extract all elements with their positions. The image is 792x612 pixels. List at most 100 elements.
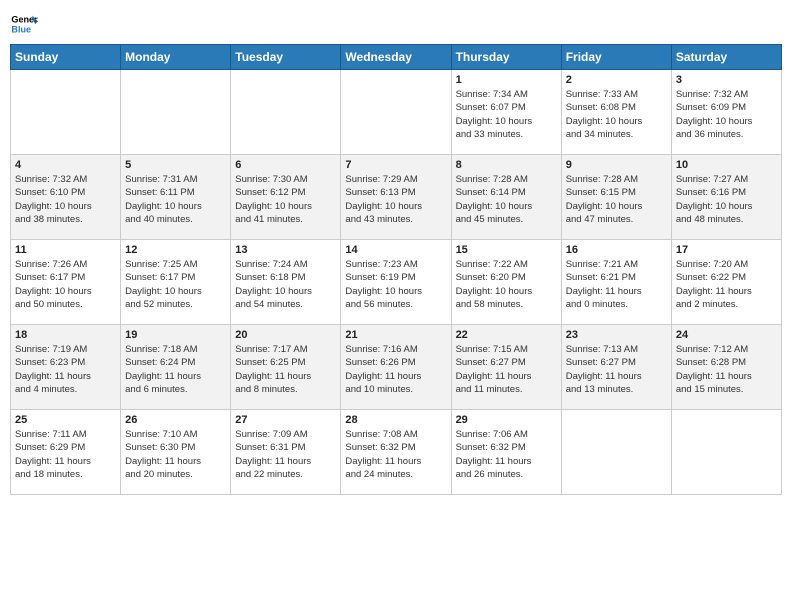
calendar-cell: 18 Sunrise: 7:19 AMSunset: 6:23 PMDayligh… [11, 325, 121, 410]
calendar-cell: 6 Sunrise: 7:30 AMSunset: 6:12 PMDaylight… [231, 155, 341, 240]
calendar-cell: 7 Sunrise: 7:29 AMSunset: 6:13 PMDaylight… [341, 155, 451, 240]
calendar-cell: 16 Sunrise: 7:21 AMSunset: 6:21 PMDayligh… [561, 240, 671, 325]
calendar-cell: 12 Sunrise: 7:25 AMSunset: 6:17 PMDayligh… [121, 240, 231, 325]
col-header-tuesday: Tuesday [231, 45, 341, 70]
col-header-sunday: Sunday [11, 45, 121, 70]
day-number: 17 [676, 244, 777, 256]
day-info: Sunrise: 7:12 AMSunset: 6:28 PMDaylight:… [676, 343, 777, 396]
day-number: 10 [676, 159, 777, 171]
day-number: 13 [235, 244, 336, 256]
day-number: 14 [345, 244, 446, 256]
day-info: Sunrise: 7:18 AMSunset: 6:24 PMDaylight:… [125, 343, 226, 396]
day-info: Sunrise: 7:33 AMSunset: 6:08 PMDaylight:… [566, 88, 667, 141]
calendar-cell: 4 Sunrise: 7:32 AMSunset: 6:10 PMDaylight… [11, 155, 121, 240]
day-info: Sunrise: 7:08 AMSunset: 6:32 PMDaylight:… [345, 428, 446, 481]
day-number: 25 [15, 414, 116, 426]
col-header-thursday: Thursday [451, 45, 561, 70]
calendar-cell: 2 Sunrise: 7:33 AMSunset: 6:08 PMDaylight… [561, 70, 671, 155]
day-number: 2 [566, 74, 667, 86]
day-number: 16 [566, 244, 667, 256]
calendar-cell: 22 Sunrise: 7:15 AMSunset: 6:27 PMDayligh… [451, 325, 561, 410]
day-number: 22 [456, 329, 557, 341]
day-info: Sunrise: 7:29 AMSunset: 6:13 PMDaylight:… [345, 173, 446, 226]
day-info: Sunrise: 7:16 AMSunset: 6:26 PMDaylight:… [345, 343, 446, 396]
calendar-cell: 15 Sunrise: 7:22 AMSunset: 6:20 PMDayligh… [451, 240, 561, 325]
day-number: 28 [345, 414, 446, 426]
day-info: Sunrise: 7:32 AMSunset: 6:10 PMDaylight:… [15, 173, 116, 226]
day-number: 8 [456, 159, 557, 171]
day-info: Sunrise: 7:25 AMSunset: 6:17 PMDaylight:… [125, 258, 226, 311]
day-info: Sunrise: 7:24 AMSunset: 6:18 PMDaylight:… [235, 258, 336, 311]
calendar-cell: 13 Sunrise: 7:24 AMSunset: 6:18 PMDayligh… [231, 240, 341, 325]
calendar-cell: 11 Sunrise: 7:26 AMSunset: 6:17 PMDayligh… [11, 240, 121, 325]
calendar-cell: 1 Sunrise: 7:34 AMSunset: 6:07 PMDaylight… [451, 70, 561, 155]
day-info: Sunrise: 7:31 AMSunset: 6:11 PMDaylight:… [125, 173, 226, 226]
day-info: Sunrise: 7:27 AMSunset: 6:16 PMDaylight:… [676, 173, 777, 226]
calendar-cell: 10 Sunrise: 7:27 AMSunset: 6:16 PMDayligh… [671, 155, 781, 240]
col-header-monday: Monday [121, 45, 231, 70]
day-info: Sunrise: 7:06 AMSunset: 6:32 PMDaylight:… [456, 428, 557, 481]
calendar-cell [341, 70, 451, 155]
day-number: 6 [235, 159, 336, 171]
day-number: 11 [15, 244, 116, 256]
calendar-cell: 9 Sunrise: 7:28 AMSunset: 6:15 PMDaylight… [561, 155, 671, 240]
day-info: Sunrise: 7:23 AMSunset: 6:19 PMDaylight:… [345, 258, 446, 311]
day-number: 7 [345, 159, 446, 171]
calendar-cell: 5 Sunrise: 7:31 AMSunset: 6:11 PMDaylight… [121, 155, 231, 240]
calendar-cell [561, 410, 671, 495]
day-number: 27 [235, 414, 336, 426]
day-number: 21 [345, 329, 446, 341]
calendar-cell: 23Sunrise: 7:13 AMSunset: 6:27 PMDayligh… [561, 325, 671, 410]
calendar-cell: 17 Sunrise: 7:20 AMSunset: 6:22 PMDayligh… [671, 240, 781, 325]
calendar-cell [11, 70, 121, 155]
col-header-wednesday: Wednesday [341, 45, 451, 70]
day-info: Sunrise: 7:21 AMSunset: 6:21 PMDaylight:… [566, 258, 667, 311]
col-header-saturday: Saturday [671, 45, 781, 70]
calendar-cell: 24 Sunrise: 7:12 AMSunset: 6:28 PMDayligh… [671, 325, 781, 410]
col-header-friday: Friday [561, 45, 671, 70]
calendar-cell: 21 Sunrise: 7:16 AMSunset: 6:26 PMDayligh… [341, 325, 451, 410]
day-number: 4 [15, 159, 116, 171]
day-info: Sunrise: 7:22 AMSunset: 6:20 PMDaylight:… [456, 258, 557, 311]
calendar-cell: 8 Sunrise: 7:28 AMSunset: 6:14 PMDaylight… [451, 155, 561, 240]
day-info: Sunrise: 7:30 AMSunset: 6:12 PMDaylight:… [235, 173, 336, 226]
calendar-cell [231, 70, 341, 155]
day-info: Sunrise: 7:11 AMSunset: 6:29 PMDaylight:… [15, 428, 116, 481]
day-number: 5 [125, 159, 226, 171]
day-number: 12 [125, 244, 226, 256]
day-info: Sunrise: 7:09 AMSunset: 6:31 PMDaylight:… [235, 428, 336, 481]
day-number: 29 [456, 414, 557, 426]
day-info: Sunrise: 7:20 AMSunset: 6:22 PMDaylight:… [676, 258, 777, 311]
day-info: Sunrise: 7:17 AMSunset: 6:25 PMDaylight:… [235, 343, 336, 396]
calendar-cell [671, 410, 781, 495]
day-number: 18 [15, 329, 116, 341]
header: General Blue [10, 10, 782, 38]
calendar-cell: 28 Sunrise: 7:08 AMSunset: 6:32 PMDayligh… [341, 410, 451, 495]
day-info: Sunrise: 7:28 AMSunset: 6:14 PMDaylight:… [456, 173, 557, 226]
day-number: 3 [676, 74, 777, 86]
calendar-cell: 29 Sunrise: 7:06 AMSunset: 6:32 PMDayligh… [451, 410, 561, 495]
calendar-cell [121, 70, 231, 155]
day-info: Sunrise: 7:26 AMSunset: 6:17 PMDaylight:… [15, 258, 116, 311]
day-number: 24 [676, 329, 777, 341]
svg-text:Blue: Blue [11, 24, 31, 34]
calendar-cell: 25 Sunrise: 7:11 AMSunset: 6:29 PMDayligh… [11, 410, 121, 495]
day-number: 23 [566, 329, 667, 341]
day-info: Sunrise: 7:32 AMSunset: 6:09 PMDaylight:… [676, 88, 777, 141]
day-number: 1 [456, 74, 557, 86]
calendar-cell: 27 Sunrise: 7:09 AMSunset: 6:31 PMDayligh… [231, 410, 341, 495]
day-number: 20 [235, 329, 336, 341]
day-number: 9 [566, 159, 667, 171]
day-info: Sunrise: 7:28 AMSunset: 6:15 PMDaylight:… [566, 173, 667, 226]
day-info: Sunrise: 7:15 AMSunset: 6:27 PMDaylight:… [456, 343, 557, 396]
calendar-cell: 26Sunrise: 7:10 AMSunset: 6:30 PMDayligh… [121, 410, 231, 495]
calendar-cell: 14 Sunrise: 7:23 AMSunset: 6:19 PMDayligh… [341, 240, 451, 325]
calendar-cell: 20 Sunrise: 7:17 AMSunset: 6:25 PMDayligh… [231, 325, 341, 410]
day-info: Sunrise: 7:34 AMSunset: 6:07 PMDaylight:… [456, 88, 557, 141]
day-number: 19 [125, 329, 226, 341]
day-number: 26 [125, 414, 226, 426]
calendar-cell: 3 Sunrise: 7:32 AMSunset: 6:09 PMDaylight… [671, 70, 781, 155]
calendar-cell: 19 Sunrise: 7:18 AMSunset: 6:24 PMDayligh… [121, 325, 231, 410]
day-info: Sunrise: 7:19 AMSunset: 6:23 PMDaylight:… [15, 343, 116, 396]
day-number: 15 [456, 244, 557, 256]
